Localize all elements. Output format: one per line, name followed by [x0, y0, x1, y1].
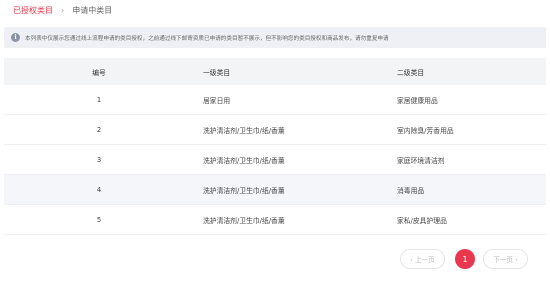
prev-page-button[interactable]: ‹ 上一页	[400, 249, 445, 269]
breadcrumb-authorized-categories[interactable]: 已授权类目	[13, 5, 53, 16]
page-1-button[interactable]: 1	[455, 249, 475, 269]
next-page-button[interactable]: 下一页 ›	[483, 249, 528, 269]
info-icon: i	[11, 33, 20, 42]
cell-level1-category: 洗护清洁剂/卫生巾/纸/香薰	[203, 216, 285, 225]
table-row: 1 居家日用 家居健康用品	[4, 85, 546, 115]
category-table: 编号 一级类目 二级类目 1 居家日用 家居健康用品 2 洗护清洁剂/卫生巾/纸…	[4, 58, 546, 235]
breadcrumb-current: 申请中类目	[72, 5, 113, 15]
cell-number: 2	[96, 125, 102, 134]
info-notice: i 本列表中仅展示您通过线上流程申请的类目授权，之前通过线下邮寄资质已申请的类目…	[4, 27, 546, 48]
cell-number: 3	[96, 155, 102, 164]
cell-level2-category: 家私/皮具护理品	[397, 216, 447, 225]
header-level1-category: 一级类目	[203, 68, 231, 77]
notice-text: 本列表中仅展示您通过线上流程申请的类目授权，之前通过线下邮寄资质已申请的类目暂不…	[25, 35, 389, 42]
cell-level2-category: 家庭环境清洁剂	[397, 156, 445, 165]
cell-number: 1	[96, 95, 102, 104]
cell-level1-category: 洗护清洁剂/卫生巾/纸/香薰	[203, 156, 285, 165]
table-row: 2 洗护清洁剂/卫生巾/纸/香薰 室内除臭/芳香用品	[4, 115, 546, 145]
cell-number: 5	[96, 215, 102, 224]
cell-number: 4	[96, 185, 102, 194]
header-level2-category: 二级类目	[397, 68, 425, 77]
cell-level1-category: 洗护清洁剂/卫生巾/纸/香薰	[203, 126, 285, 135]
breadcrumb-separator-icon: ›	[61, 5, 65, 15]
breadcrumb: 已授权类目 › 申请中类目	[13, 3, 112, 17]
cell-level2-category: 家居健康用品	[397, 96, 438, 105]
cell-level2-category: 消毒用品	[397, 186, 425, 195]
cell-level1-category: 洗护清洁剂/卫生巾/纸/香薰	[203, 186, 285, 195]
cell-level1-category: 居家日用	[203, 96, 231, 105]
cell-level2-category: 室内除臭/芳香用品	[397, 126, 454, 135]
pagination: ‹ 上一页 1 下一页 ›	[400, 249, 528, 269]
table-row: 3 洗护清洁剂/卫生巾/纸/香薰 家庭环境清洁剂	[4, 145, 546, 175]
table-header: 编号 一级类目 二级类目	[4, 58, 546, 85]
header-number: 编号	[92, 68, 106, 77]
table-row: 5 洗护清洁剂/卫生巾/纸/香薰 家私/皮具护理品	[4, 205, 546, 235]
table-row: 4 洗护清洁剂/卫生巾/纸/香薰 消毒用品	[4, 175, 546, 205]
